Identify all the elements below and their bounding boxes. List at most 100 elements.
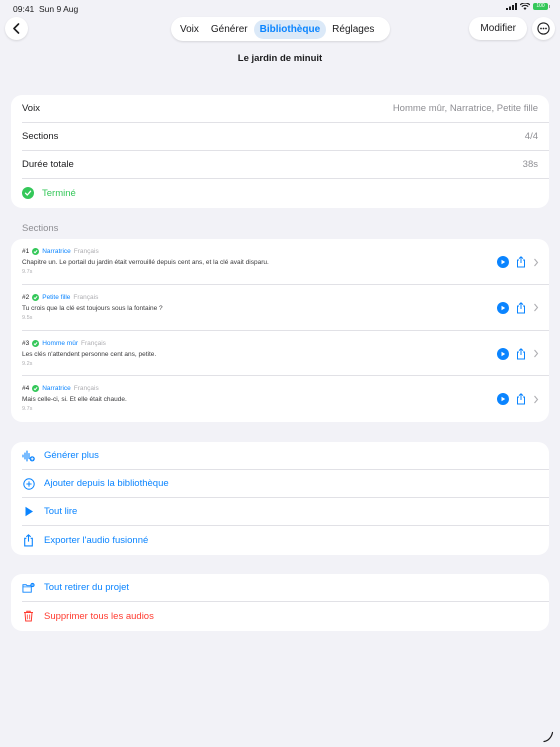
share-icon[interactable] <box>516 393 526 405</box>
generate-more-button[interactable]: Générer plus <box>22 442 549 470</box>
back-button[interactable] <box>5 17 28 40</box>
section-voice: Homme mûr <box>42 339 78 347</box>
play-all-button[interactable]: Tout lire <box>22 498 549 526</box>
sections-heading: Sections <box>22 223 59 234</box>
section-row[interactable]: #2 Petite fille Français Tu crois que la… <box>22 285 549 331</box>
voices-value: Homme mûr, Narratrice, Petite fille <box>392 103 538 114</box>
play-icon[interactable] <box>497 301 509 314</box>
trash-icon <box>22 610 35 623</box>
project-info-card: Voix Homme mûr, Narratrice, Petite fille… <box>11 95 549 208</box>
waveform-plus-icon <box>22 449 35 462</box>
sections-list: #1 Narratrice Français Chapitre un. Le p… <box>11 239 549 422</box>
section-text: Les clés n'attendent personne cent ans, … <box>22 350 157 358</box>
status-time: 09:41 Sun 9 Aug <box>13 4 79 14</box>
section-duration: 9.7s <box>22 406 33 413</box>
section-row[interactable]: #3 Homme mûr Français Les clés n'attende… <box>22 331 549 377</box>
chevron-right-icon <box>534 395 539 404</box>
section-meta: #4 Narratrice Français <box>22 385 99 393</box>
tab-reglages[interactable]: Réglages <box>326 20 380 39</box>
share-icon[interactable] <box>516 256 526 268</box>
chevron-left-icon <box>13 23 20 34</box>
sections-label: Sections <box>22 131 59 142</box>
remove-all-label: Tout retirer du projet <box>44 582 130 593</box>
section-language: Français <box>73 293 99 301</box>
section-language: Français <box>73 248 99 255</box>
checkmark-circle-icon <box>22 187 34 199</box>
play-icon[interactable] <box>497 393 509 406</box>
section-meta: #2 Petite fille Français <box>22 293 99 301</box>
section-duration: 9.5s <box>22 314 33 321</box>
info-row-sections: Sections 4/4 <box>22 123 549 151</box>
chevron-right-icon <box>534 349 539 358</box>
export-merged-button[interactable]: Exporter l'audio fusionné <box>22 526 549 554</box>
section-row[interactable]: #4 Narratrice Français Mais celle-ci, si… <box>22 376 549 422</box>
duration-value: 38s <box>522 159 538 170</box>
section-actions <box>497 256 539 268</box>
page-title: Le jardin de minuit <box>237 53 323 64</box>
checkmark-circle-icon <box>32 293 40 301</box>
duration-label: Durée totale <box>22 159 74 170</box>
status-label: Terminé <box>42 187 76 199</box>
checkmark-circle-icon <box>32 385 40 393</box>
play-all-label: Tout lire <box>44 506 78 517</box>
more-button[interactable] <box>532 17 555 40</box>
share-icon[interactable] <box>516 301 526 314</box>
ellipsis-circle-icon <box>537 22 550 35</box>
generate-more-label: Générer plus <box>44 450 99 461</box>
section-text: Chapitre un. Le portail du jardin était … <box>22 259 269 266</box>
actions-card: Générer plus Ajouter depuis la bibliothè… <box>11 442 549 555</box>
resize-handle-icon[interactable] <box>542 731 554 743</box>
navigation-bar: Voix Générer Bibliothèque Réglages Modif… <box>0 16 560 44</box>
section-actions <box>497 301 539 314</box>
delete-all-label: Supprimer tous les audios <box>44 610 154 622</box>
section-duration: 9.7s <box>22 269 33 275</box>
play-icon[interactable] <box>497 347 509 360</box>
play-icon[interactable] <box>497 256 509 268</box>
voices-label: Voix <box>22 103 40 114</box>
section-number: #4 <box>22 385 30 393</box>
checkmark-circle-icon <box>32 248 40 255</box>
delete-all-button[interactable]: Supprimer tous les audios <box>22 602 549 630</box>
edit-button[interactable]: Modifier <box>469 17 527 40</box>
tab-voix[interactable]: Voix <box>174 20 205 39</box>
section-duration: 9.2s <box>22 360 33 367</box>
wifi-icon <box>520 3 530 10</box>
tab-segmented-control: Voix Générer Bibliothèque Réglages <box>171 17 390 41</box>
section-voice: Petite fille <box>42 293 71 301</box>
section-language: Français <box>81 339 106 347</box>
status-icons: 100 <box>506 3 550 10</box>
section-meta: #1 Narratrice Français <box>22 248 99 255</box>
export-merged-label: Exporter l'audio fusionné <box>44 534 149 546</box>
section-text: Mais celle-ci, si. Et elle était chaude. <box>22 396 127 404</box>
section-language: Français <box>73 385 99 393</box>
share-icon <box>22 533 35 547</box>
section-meta: #3 Homme mûr Français <box>22 339 106 347</box>
section-number: #2 <box>22 293 30 301</box>
section-actions <box>497 347 539 360</box>
cellular-signal-icon <box>506 3 517 10</box>
add-from-library-label: Ajouter depuis la bibliothèque <box>44 478 169 489</box>
status-bar: 09:41 Sun 9 Aug 100 <box>0 0 560 16</box>
section-voice: Narratrice <box>42 385 71 393</box>
tab-generer[interactable]: Générer <box>205 20 254 39</box>
play-icon <box>22 505 35 518</box>
section-actions <box>497 393 539 406</box>
section-number: #3 <box>22 339 30 347</box>
tab-bibliotheque[interactable]: Bibliothèque <box>253 19 327 39</box>
info-row-voices: Voix Homme mûr, Narratrice, Petite fille <box>22 95 549 123</box>
chevron-right-icon <box>534 303 539 312</box>
section-voice: Narratrice <box>42 248 71 255</box>
info-row-status: Terminé <box>22 179 549 207</box>
section-number: #1 <box>22 248 30 255</box>
info-row-duration: Durée totale 38s <box>22 151 549 179</box>
share-icon[interactable] <box>516 347 526 360</box>
danger-actions-card: Tout retirer du projet Supprimer tous le… <box>11 574 549 631</box>
chevron-right-icon <box>534 258 539 266</box>
battery-icon: 100 <box>533 3 550 10</box>
plus-circle-icon <box>22 477 35 490</box>
remove-all-button[interactable]: Tout retirer du projet <box>22 574 549 602</box>
section-text: Tu crois que la clé est toujours sous la… <box>22 304 163 312</box>
add-from-library-button[interactable]: Ajouter depuis la bibliothèque <box>22 470 549 498</box>
section-row[interactable]: #1 Narratrice Français Chapitre un. Le p… <box>22 239 549 285</box>
checkmark-circle-icon <box>32 339 40 347</box>
